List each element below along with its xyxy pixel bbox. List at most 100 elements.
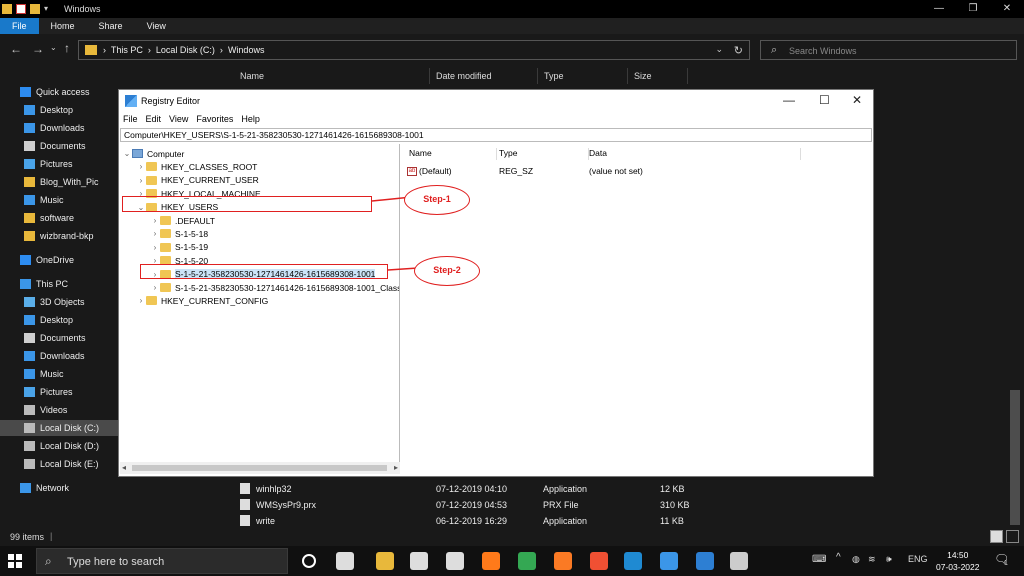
tree-node-s-1-5-19[interactable]: › S-1-5-19 xyxy=(150,241,208,254)
sidebar-item-downloads[interactable]: Downloads xyxy=(0,120,118,136)
refresh-icon[interactable]: ↻ xyxy=(734,44,743,57)
sidebar-item-downloads[interactable]: Downloads xyxy=(0,348,118,364)
value-row-name[interactable]: ab (Default) xyxy=(407,166,452,177)
network-tray-icon[interactable]: ◍ xyxy=(852,554,860,565)
properties-icon[interactable] xyxy=(16,4,26,14)
git-icon[interactable] xyxy=(590,552,608,570)
start-button[interactable] xyxy=(8,554,22,568)
taskbar-search[interactable]: ⌕ Type here to search xyxy=(36,548,288,574)
expand-chevron-icon[interactable]: ⌄ xyxy=(122,149,132,158)
close-button[interactable]: ✕ xyxy=(990,0,1024,18)
remote-desktop-icon[interactable] xyxy=(660,552,678,570)
column-type[interactable]: Type xyxy=(538,68,628,84)
sidebar-item-documents[interactable]: Documents xyxy=(0,330,118,346)
minimize-button[interactable]: — xyxy=(922,0,956,18)
sidebar-item-wizbrand-bkp[interactable]: wizbrand-bkp xyxy=(0,228,118,244)
expand-chevron-icon[interactable]: › xyxy=(150,216,160,225)
expand-chevron-icon[interactable]: › xyxy=(150,243,160,252)
sidebar-item-documents[interactable]: Documents xyxy=(0,138,118,154)
tree-node-hkey-classes-root[interactable]: › HKEY_CLASSES_ROOT xyxy=(136,160,258,173)
regedit-icon[interactable] xyxy=(696,552,714,570)
regedit-maximize-button[interactable]: ☐ xyxy=(819,93,830,107)
tree-node-default[interactable]: › .DEFAULT xyxy=(150,214,215,227)
tree-node-s-1-5-18[interactable]: › S-1-5-18 xyxy=(150,227,208,240)
table-row[interactable]: write 06-12-2019 16:29 Application 11 KB xyxy=(228,513,688,529)
sidebar-item-network[interactable]: Network xyxy=(0,480,118,496)
cortana-icon[interactable] xyxy=(302,554,316,568)
xampp-icon[interactable] xyxy=(554,552,572,570)
details-view-button[interactable] xyxy=(990,530,1003,543)
sidebar-item-software[interactable]: software xyxy=(0,210,118,226)
file-explorer-icon[interactable] xyxy=(376,552,394,570)
task-view-icon[interactable] xyxy=(336,552,354,570)
language-indicator[interactable]: ENG xyxy=(908,554,928,564)
breadcrumb-this-pc[interactable]: This PC xyxy=(111,45,143,55)
snipping-icon[interactable] xyxy=(730,552,748,570)
tab-share[interactable]: Share xyxy=(87,18,135,34)
scroll-left-icon[interactable]: ◂ xyxy=(122,463,126,472)
menu-file[interactable]: File xyxy=(119,112,142,126)
sidebar-item-onedrive[interactable]: OneDrive xyxy=(0,252,118,268)
back-arrow-icon[interactable]: ← xyxy=(10,42,22,56)
tree-node-computer[interactable]: ⌄ Computer xyxy=(122,147,185,160)
search-box[interactable]: ⌕ Search Windows xyxy=(760,40,1017,60)
keyboard-icon[interactable]: ⌨ xyxy=(812,554,826,565)
regedit-minimize-button[interactable]: — xyxy=(783,93,795,107)
sidebar-item-pictures[interactable]: Pictures xyxy=(0,156,118,172)
column-name[interactable]: Name xyxy=(234,68,430,84)
vscode-icon[interactable] xyxy=(624,552,642,570)
sidebar-item-local-disk-e[interactable]: Local Disk (E:) xyxy=(0,456,118,472)
show-hidden-icons-chevron-icon[interactable]: ^ xyxy=(836,552,841,563)
values-column-data[interactable]: Data xyxy=(589,148,801,160)
column-date-modified[interactable]: Date modified xyxy=(430,68,538,84)
regedit-close-button[interactable]: ✕ xyxy=(852,93,862,107)
maximize-button[interactable]: ❐ xyxy=(956,0,990,18)
values-column-type[interactable]: Type xyxy=(499,148,589,160)
sidebar-item-local-disk-d[interactable]: Local Disk (D:) xyxy=(0,438,118,454)
up-arrow-icon[interactable]: ↑ xyxy=(64,41,70,55)
menu-favorites[interactable]: Favorites xyxy=(192,112,237,126)
sidebar-item-quick-access[interactable]: Quick access xyxy=(0,84,118,100)
menu-view[interactable]: View xyxy=(165,112,192,126)
wifi-icon[interactable]: ≋ xyxy=(868,554,876,565)
expand-chevron-icon[interactable]: › xyxy=(136,296,146,305)
scroll-thumb[interactable] xyxy=(132,465,387,471)
file-list-scrollbar[interactable] xyxy=(1010,390,1020,525)
expand-chevron-icon[interactable]: › xyxy=(136,162,146,171)
tab-file[interactable]: File xyxy=(0,18,39,34)
breadcrumb-local-disk[interactable]: Local Disk (C:) xyxy=(156,45,215,55)
sidebar-item-music[interactable]: Music xyxy=(0,366,118,382)
large-icons-view-button[interactable] xyxy=(1006,530,1019,543)
expand-chevron-icon[interactable]: › xyxy=(150,229,160,238)
tree-node-hkey-current-user[interactable]: › HKEY_CURRENT_USER xyxy=(136,174,259,187)
menu-edit[interactable]: Edit xyxy=(142,112,166,126)
volume-icon[interactable]: 🕪 xyxy=(886,554,892,565)
sidebar-item-local-disk-c[interactable]: Local Disk (C:) xyxy=(0,420,118,436)
address-bar[interactable]: › This PC › Local Disk (C:) › Windows ⌄ … xyxy=(78,40,750,60)
sidebar-item-this-pc[interactable]: This PC xyxy=(0,276,118,292)
table-row[interactable]: WMSysPr9.prx 07-12-2019 04:53 PRX File 310 … xyxy=(228,497,690,513)
recent-locations-chevron-icon[interactable]: ⌄ xyxy=(50,43,57,52)
registry-path-bar[interactable]: Computer\HKEY_USERS\S-1-5-21-358230530-1… xyxy=(120,128,872,142)
sidebar-item-music[interactable]: Music xyxy=(0,192,118,208)
tree-node-s-1-5-21-358230530-1271461426-1615689308-1001-classes[interactable]: › S-1-5-21-358230530-1271461426-161568930… xyxy=(150,281,399,294)
expand-chevron-icon[interactable]: › xyxy=(150,283,160,292)
sidebar-item-pictures[interactable]: Pictures xyxy=(0,384,118,400)
breadcrumb-windows[interactable]: Windows xyxy=(228,45,265,55)
sidebar-item-desktop[interactable]: Desktop xyxy=(0,312,118,328)
menu-help[interactable]: Help xyxy=(237,112,264,126)
clock[interactable]: 14:50 07-03-2022 xyxy=(936,549,979,573)
tree-horizontal-scrollbar[interactable]: ◂ ▸ xyxy=(120,462,400,474)
expand-chevron-icon[interactable]: › xyxy=(136,176,146,185)
customize-chevron-icon[interactable]: ▾ xyxy=(44,4,52,14)
values-column-name[interactable]: Name xyxy=(409,148,497,160)
scroll-right-icon[interactable]: ▸ xyxy=(394,463,398,472)
sidebar-item-desktop[interactable]: Desktop xyxy=(0,102,118,118)
store-icon[interactable] xyxy=(410,552,428,570)
tree-node-hkey-current-config[interactable]: › HKEY_CURRENT_CONFIG xyxy=(136,294,269,307)
chrome-icon[interactable] xyxy=(518,552,536,570)
address-dropdown-icon[interactable]: ⌄ xyxy=(715,44,723,55)
sidebar-item-videos[interactable]: Videos xyxy=(0,402,118,418)
sidebar-item-3d-objects[interactable]: 3D Objects xyxy=(0,294,118,310)
new-folder-icon[interactable] xyxy=(30,4,40,14)
